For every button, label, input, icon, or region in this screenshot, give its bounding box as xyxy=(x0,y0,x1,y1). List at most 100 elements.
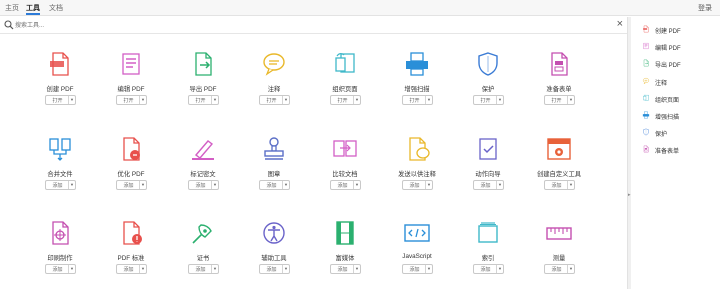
measure-icon[interactable] xyxy=(545,219,573,247)
optimize-pdf-icon[interactable] xyxy=(117,135,145,163)
tab-tools[interactable]: 工具 xyxy=(26,3,40,15)
chevron-down-icon[interactable]: ▼ xyxy=(569,266,573,271)
chevron-down-icon[interactable]: ▼ xyxy=(213,266,217,271)
sidebar-item-create-pdf[interactable]: 创建 PDF xyxy=(642,24,718,36)
chevron-down-icon[interactable]: ▼ xyxy=(498,97,502,102)
tab-documents[interactable]: 文档 xyxy=(49,3,63,13)
chevron-down-icon[interactable]: ▼ xyxy=(141,182,145,187)
open-button[interactable]: 打开 ▼ xyxy=(473,95,504,105)
open-button[interactable]: 打开 ▼ xyxy=(402,95,433,105)
pdf-standards-icon[interactable] xyxy=(117,219,145,247)
open-button[interactable]: 打开 ▼ xyxy=(544,95,575,105)
edit-pdf-icon xyxy=(643,43,649,50)
chevron-down-icon[interactable]: ▼ xyxy=(141,266,145,271)
separator xyxy=(496,265,497,273)
certificate-icon[interactable] xyxy=(189,219,217,247)
collapse-handle-icon[interactable]: ▸ xyxy=(628,192,631,198)
add-button[interactable]: 添加 ▼ xyxy=(116,264,147,274)
separator xyxy=(211,96,212,104)
chevron-down-icon[interactable]: ▼ xyxy=(355,266,359,271)
chevron-down-icon[interactable]: ▼ xyxy=(70,182,74,187)
search-input[interactable] xyxy=(15,20,575,31)
add-button[interactable]: 添加 ▼ xyxy=(402,180,433,190)
chevron-down-icon[interactable]: ▼ xyxy=(427,266,431,271)
chevron-down-icon[interactable]: ▼ xyxy=(498,266,502,271)
add-button[interactable]: 添加 ▼ xyxy=(259,180,290,190)
button-label: 添加 xyxy=(551,183,562,189)
comment-icon[interactable] xyxy=(260,50,288,78)
chevron-down-icon[interactable]: ▼ xyxy=(569,182,573,187)
organize-pages-icon[interactable] xyxy=(331,50,359,78)
tool-label: 标记密文 xyxy=(190,171,216,178)
chevron-down-icon[interactable]: ▼ xyxy=(70,97,74,102)
index-icon[interactable] xyxy=(474,219,502,247)
button-label: 添加 xyxy=(480,183,491,189)
redact-icon[interactable] xyxy=(189,135,217,163)
open-button[interactable]: 打开 ▼ xyxy=(45,95,76,105)
tab-home[interactable]: 主页 xyxy=(5,3,19,13)
add-button[interactable]: 添加 ▼ xyxy=(544,264,575,274)
chevron-down-icon[interactable]: ▼ xyxy=(141,97,145,102)
combine-files-icon[interactable] xyxy=(46,135,74,163)
close-icon[interactable]: × xyxy=(617,18,623,30)
login-link[interactable]: 登录 xyxy=(698,3,712,13)
add-button[interactable]: 添加 ▼ xyxy=(116,180,147,190)
prepare-form-icon[interactable] xyxy=(545,50,573,78)
sidebar-item-comment[interactable]: 注释 xyxy=(642,76,718,88)
chevron-down-icon[interactable]: ▼ xyxy=(284,97,288,102)
print-production-icon[interactable] xyxy=(46,219,74,247)
export-pdf-icon[interactable] xyxy=(189,50,217,78)
add-button[interactable]: 添加 ▼ xyxy=(45,264,76,274)
chevron-down-icon[interactable]: ▼ xyxy=(284,182,288,187)
add-button[interactable]: 添加 ▼ xyxy=(473,264,504,274)
stamp-icon[interactable] xyxy=(260,135,288,163)
sidebar-item-enhance-scan[interactable]: 增强扫描 xyxy=(642,110,718,122)
chevron-down-icon[interactable]: ▼ xyxy=(427,182,431,187)
compare-icon[interactable] xyxy=(331,135,359,163)
add-button[interactable]: 添加 ▼ xyxy=(330,264,361,274)
open-button[interactable]: 打开 ▼ xyxy=(188,95,219,105)
chevron-down-icon[interactable]: ▼ xyxy=(284,266,288,271)
chevron-down-icon[interactable]: ▼ xyxy=(498,182,502,187)
top-nav: 主页 工具 文档 登录 xyxy=(0,0,720,16)
custom-tool-icon[interactable] xyxy=(545,135,573,163)
sidebar-item-organize-pages[interactable]: 组织页面 xyxy=(642,93,718,105)
add-button[interactable]: 添加 ▼ xyxy=(544,180,575,190)
chevron-down-icon[interactable]: ▼ xyxy=(427,97,431,102)
add-button[interactable]: 添加 ▼ xyxy=(402,264,433,274)
sidebar-item-protect[interactable]: 保护 xyxy=(642,127,718,139)
send-for-comments-icon[interactable] xyxy=(403,135,431,163)
edit-pdf-icon[interactable] xyxy=(117,50,145,78)
open-button[interactable]: 打开 ▼ xyxy=(116,95,147,105)
chevron-down-icon[interactable]: ▼ xyxy=(355,182,359,187)
chevron-down-icon[interactable]: ▼ xyxy=(569,97,573,102)
add-button[interactable]: 添加 ▼ xyxy=(330,180,361,190)
javascript-icon[interactable] xyxy=(403,219,431,247)
open-button[interactable]: 打开 ▼ xyxy=(259,95,290,105)
button-label: 打开 xyxy=(123,98,134,104)
protect-icon[interactable] xyxy=(474,50,502,78)
create-pdf-icon[interactable] xyxy=(46,50,74,78)
accessibility-icon[interactable] xyxy=(260,219,288,247)
action-wizard-icon[interactable] xyxy=(474,135,502,163)
chevron-down-icon[interactable]: ▼ xyxy=(213,97,217,102)
add-button[interactable]: 添加 ▼ xyxy=(473,180,504,190)
tool-label: 发送以供注释 xyxy=(398,171,436,178)
add-button[interactable]: 添加 ▼ xyxy=(188,264,219,274)
sidebar-item-edit-pdf[interactable]: 编辑 PDF xyxy=(642,41,718,53)
sidebar-item-prepare-form[interactable]: 准备表单 xyxy=(642,144,718,156)
enhance-scan-icon[interactable] xyxy=(403,50,431,78)
separator xyxy=(353,181,354,189)
sidebar-item-export-pdf[interactable]: 导出 PDF xyxy=(642,58,718,70)
panel-divider[interactable]: ▸ xyxy=(627,17,631,289)
tool-label: 优化 PDF xyxy=(117,171,145,178)
add-button[interactable]: 添加 ▼ xyxy=(188,180,219,190)
chevron-down-icon[interactable]: ▼ xyxy=(70,266,74,271)
add-button[interactable]: 添加 ▼ xyxy=(259,264,290,274)
open-button[interactable]: 打开 ▼ xyxy=(330,95,361,105)
separator xyxy=(211,265,212,273)
rich-media-icon[interactable] xyxy=(331,219,359,247)
chevron-down-icon[interactable]: ▼ xyxy=(355,97,359,102)
chevron-down-icon[interactable]: ▼ xyxy=(213,182,217,187)
add-button[interactable]: 添加 ▼ xyxy=(45,180,76,190)
